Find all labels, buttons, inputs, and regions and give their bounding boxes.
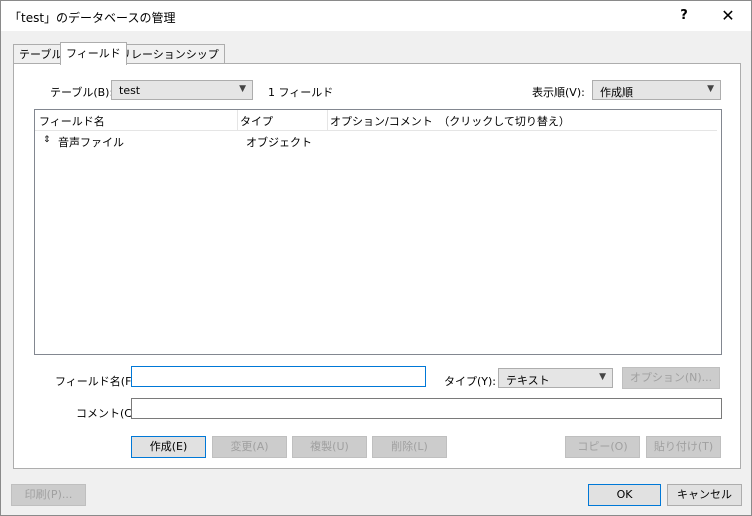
field-type-select[interactable]: テキスト ▼ [498,368,613,388]
dialog-title: 「test」のデータベースの管理 [9,11,176,25]
table-select-label: テーブル(B): [50,86,114,99]
field-list[interactable]: フィールド名 タイプ オプション/コメント （クリックして切り替え） ⇕ 音声フ… [34,109,722,355]
tab-relationships[interactable]: リレーションシップ [114,44,225,64]
list-item[interactable]: ⇕ 音声ファイル オブジェクト [35,132,717,150]
chevron-down-icon: ▼ [599,372,606,382]
field-type-value: テキスト [506,374,550,387]
manage-database-dialog: 「test」のデータベースの管理 ? ✕ テーブル フィールド リレーションシッ… [0,0,752,516]
comment-input[interactable] [131,398,722,419]
options-button[interactable]: オプション(N)... [622,367,720,389]
help-icon[interactable]: ? [671,4,697,28]
tab-fields[interactable]: フィールド [60,42,127,65]
column-header-options[interactable]: オプション/コメント （クリックして切り替え） [330,113,570,129]
table-select[interactable]: test ▼ [111,80,253,100]
paste-button[interactable]: 貼り付け(T) [646,436,721,458]
column-divider [237,110,238,130]
chevron-down-icon: ▼ [707,84,714,94]
fields-tab-panel: テーブル(B): test ▼ 1 フィールド 表示順(V): 作成順 ▼ フィ… [13,63,741,469]
column-header-field-name[interactable]: フィールド名 [39,113,105,129]
duplicate-button[interactable]: 複製(U) [292,436,367,458]
cancel-button[interactable]: キャンセル [667,484,742,506]
title-bar: 「test」のデータベースの管理 ? ✕ [1,1,751,31]
copy-button[interactable]: コピー(O) [565,436,640,458]
change-button[interactable]: 変更(A) [212,436,287,458]
sort-select[interactable]: 作成順 ▼ [592,80,721,100]
field-name-input[interactable] [131,366,426,387]
field-list-header: フィールド名 タイプ オプション/コメント （クリックして切り替え） [35,110,717,131]
ok-button[interactable]: OK [588,484,661,506]
close-icon[interactable]: ✕ [706,2,750,30]
field-name-label: フィールド名(F): [55,375,140,388]
create-button[interactable]: 作成(E) [131,436,206,458]
field-count: 1 フィールド [268,86,334,99]
field-type-label: タイプ(Y): [444,375,497,388]
print-button[interactable]: 印刷(P)... [11,484,86,506]
sort-select-label: 表示順(V): [532,86,585,99]
sort-select-value: 作成順 [600,86,633,99]
table-select-value: test [119,84,141,97]
delete-button[interactable]: 削除(L) [372,436,447,458]
chevron-down-icon: ▼ [239,84,246,94]
column-header-type[interactable]: タイプ [240,113,273,129]
column-divider [327,110,328,130]
drag-handle-icon[interactable]: ⇕ [43,135,51,145]
field-name-cell: 音声ファイル [58,136,124,149]
field-type-cell: オブジェクト [246,136,312,149]
